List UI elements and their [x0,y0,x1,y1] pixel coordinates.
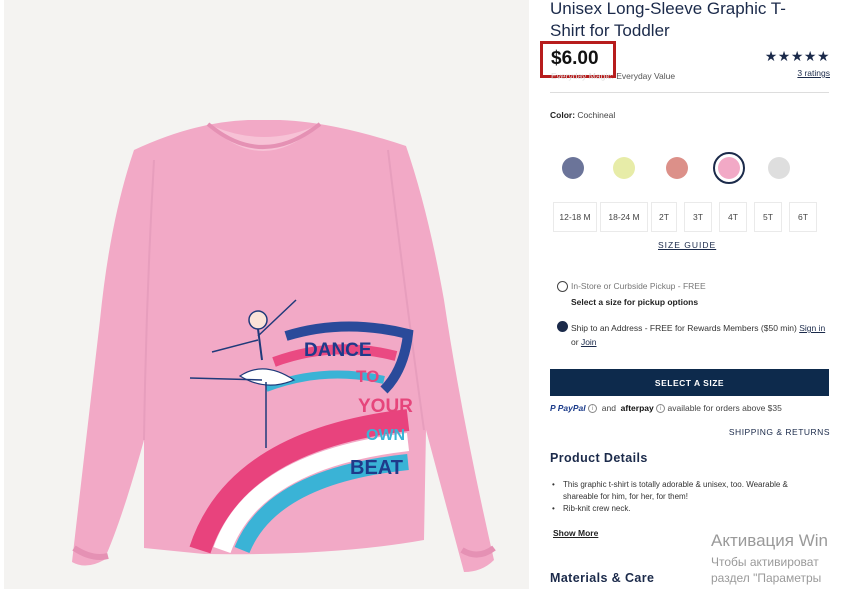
everyday-value-label: Everyday Magic: Everyday Value [551,71,675,81]
list-item: This graphic t-shirt is totally adorable… [550,479,820,503]
paypal-logo-icon: P PayPal [550,403,588,413]
color-swatches [550,152,810,184]
product-price: $6.00 [551,48,599,69]
color-label: Color: Cochineal [550,110,615,120]
show-more-link[interactable]: Show More [553,528,598,538]
color-swatch-1[interactable] [562,157,584,179]
divider [550,92,829,93]
paypal-p-icon: P [550,403,556,413]
magic-value: Everyday Value [616,71,676,81]
and-text: and [601,403,616,413]
pickup-sub-label: Select a size for pickup options [571,297,699,307]
materials-care-heading[interactable]: Materials & Care [550,571,654,585]
size-18-24m-button[interactable]: 18-24 M [600,202,648,232]
product-info-panel: Unisex Long-Sleeve Graphic T-Shirt for T… [540,0,831,589]
size-4t-button[interactable]: 4T [719,202,747,232]
product-image[interactable]: DANCE TO YOUR OWN BEAT [4,0,529,589]
size-3t-button[interactable]: 3T [684,202,712,232]
graphic-text-own: OWN [366,427,405,444]
size-5t-button[interactable]: 5T [754,202,782,232]
sign-in-link[interactable]: Sign in [799,323,825,333]
windows-activation-watermark: Активация Win Чтобы активироват раздел "… [711,531,846,585]
size-guide-link[interactable]: SIZE GUIDE [658,240,716,250]
ship-label: Ship to an Address - FREE for Rewards Me… [571,321,831,349]
size-6t-button[interactable]: 6T [789,202,817,232]
magic-prefix: Everyday Magic: [551,71,614,81]
color-swatch-selected[interactable] [713,152,745,184]
watermark-line-1: Активация Win [711,531,828,550]
paypal-info-icon[interactable]: i [588,404,597,414]
graphic-text-dance: DANCE [304,340,372,361]
product-details-heading[interactable]: Product Details [550,451,648,465]
graphic-text-your: YOUR [358,396,413,417]
shipping-returns-link[interactable]: SHIPPING & RETURNS [729,427,830,437]
color-value: Cochineal [577,110,616,120]
pickup-label: In-Store or Curbside Pickup - FREE [571,281,706,291]
ship-radio[interactable] [557,321,568,332]
pickup-radio[interactable] [557,281,568,292]
ratings-link[interactable]: 3 ratings [797,68,830,78]
graphic-text-to: TO [356,367,379,386]
paypal-label: PayPal [557,403,586,413]
product-details-list: This graphic t-shirt is totally adorable… [550,479,820,515]
payment-available-text: available for orders above $35 [667,403,782,413]
color-label-prefix: Color: [550,110,576,120]
rating-stars-icon[interactable]: ★★★★★ [765,48,830,65]
payment-options-row: P PayPal i and afterpay i available for … [550,403,782,414]
join-link[interactable]: Join [581,337,597,347]
color-swatch-2[interactable] [613,157,635,179]
ship-label-text: Ship to an Address - FREE for Rewards Me… [571,323,797,333]
afterpay-info-icon[interactable]: i [656,404,666,414]
afterpay-logo-icon: afterpay [620,403,654,413]
color-swatch-5[interactable] [768,157,790,179]
select-size-button[interactable]: SELECT A SIZE [550,369,829,396]
size-selector: 12-18 M 18-24 M 2T 3T 4T 5T 6T [553,202,823,232]
size-2t-button[interactable]: 2T [651,202,677,232]
watermark-line-3: раздел "Параметры [711,571,822,585]
watermark-line-2: Чтобы активироват [711,555,819,569]
color-swatch-selected-fill [718,157,740,179]
or-text: or [571,337,579,347]
product-title: Unisex Long-Sleeve Graphic T-Shirt for T… [550,0,786,40]
size-12-18m-button[interactable]: 12-18 M [553,202,597,232]
toddler-tshirt-illustration: DANCE TO YOUR OWN BEAT [4,0,529,589]
graphic-text-beat: BEAT [350,457,403,479]
list-item: Rib-knit crew neck. [550,503,820,515]
color-swatch-3[interactable] [666,157,688,179]
